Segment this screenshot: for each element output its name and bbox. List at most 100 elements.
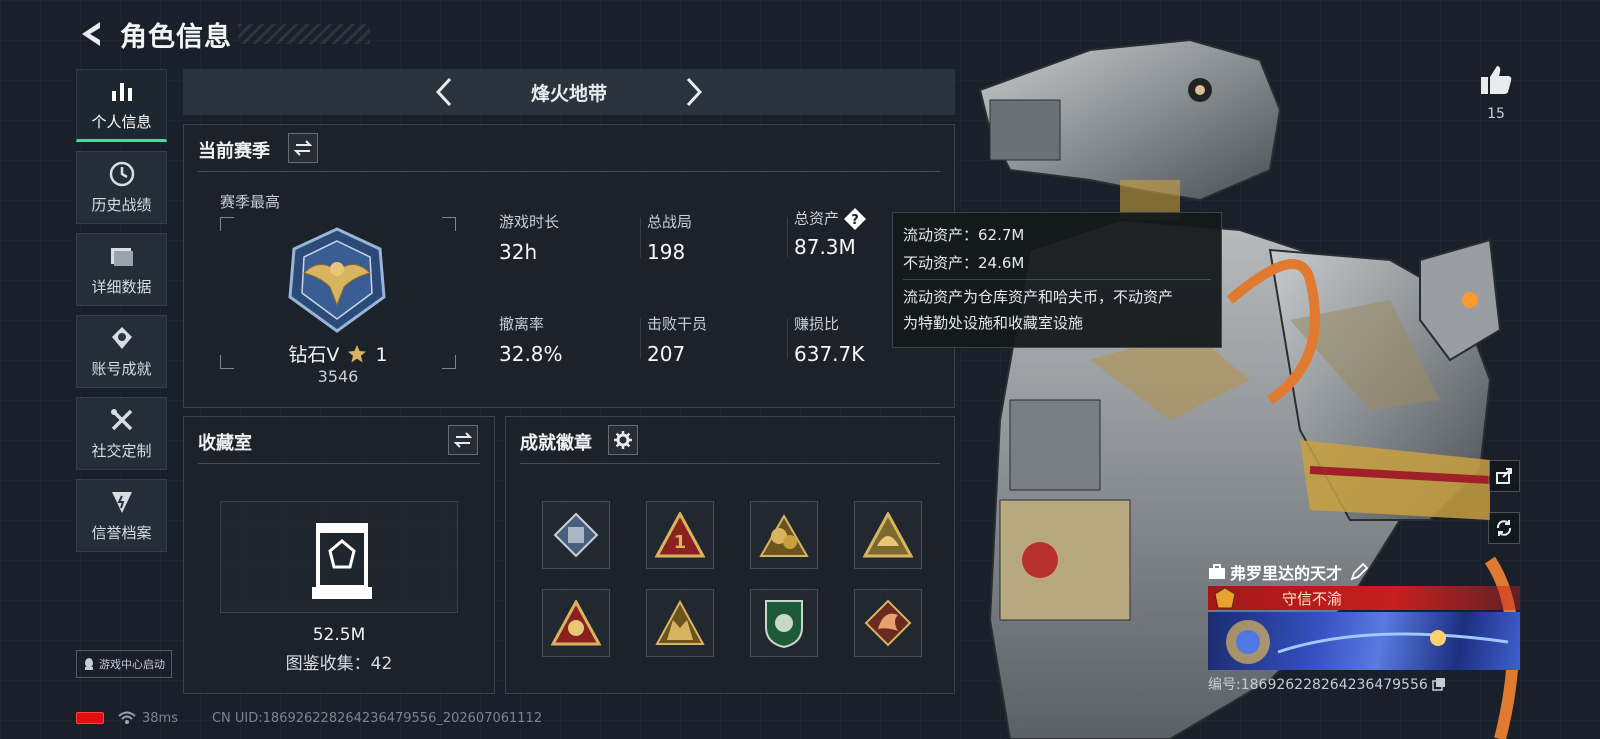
badge-slot[interactable]: 1 <box>646 501 714 569</box>
clock-icon <box>108 160 136 188</box>
wifi-icon <box>118 711 136 724</box>
stat-label: 游戏时长 <box>499 213 560 231</box>
display-case-icon <box>312 523 372 599</box>
collection-count: 图鉴收集：42 <box>285 654 393 674</box>
player-id: 编号:18692622826423647955​6 <box>1208 677 1428 693</box>
briefcase-icon <box>1209 564 1225 579</box>
uid-label: CN UID:18692622826423647955​6_2026070611… <box>211 710 543 726</box>
badge-slot[interactable] <box>854 501 922 569</box>
nav-label: 个人信息 <box>91 113 152 131</box>
badge-slot[interactable] <box>854 589 922 657</box>
folder-icon <box>108 242 136 270</box>
stat-total-matches: 总战局 198 <box>647 211 692 264</box>
badge-diamond-icon <box>553 512 599 558</box>
season-title: 当前赛季 <box>198 141 270 162</box>
player-name-row: 弗罗里达的天才 <box>1208 560 1520 584</box>
stat-label-row: 总资产? <box>794 207 867 231</box>
next-mode-button[interactable] <box>679 72 709 112</box>
player-id-row: 编号:18692622826423647955​6 <box>1208 674 1520 694</box>
player-title-bar: 守信不渝 <box>1208 586 1520 610</box>
battery-icon <box>76 712 104 724</box>
status-bar: 38ms CN UID:18692622826423647955​6_20260… <box>76 708 542 728</box>
nav-label: 信誉档案 <box>91 524 152 542</box>
launch-badge-label: 游戏中心启动 <box>99 658 165 671</box>
tooltip-description-line2: 为特勤处设施和收藏室设施 <box>903 314 1084 332</box>
nav-label: 历史战绩 <box>91 196 152 214</box>
stat-total-assets: 总资产? 87.3M <box>794 207 867 259</box>
stat-operators-defeated: 击败干员 207 <box>647 313 707 366</box>
stat-play-time: 游戏时长 32h <box>499 211 559 264</box>
edit-icon[interactable] <box>1350 563 1369 581</box>
badge-skull-icon <box>551 600 601 646</box>
player-name: 弗罗里达的天才 <box>1230 564 1343 583</box>
stat-label: 撤离率 <box>499 315 545 333</box>
svg-text:?: ? <box>851 213 859 228</box>
badge-slot[interactable] <box>542 501 610 569</box>
share-button[interactable] <box>1488 460 1520 492</box>
nav-item-personal-info[interactable]: 个人信息 <box>76 69 167 142</box>
chevron-right-icon <box>686 77 702 107</box>
like-block: 15 <box>1478 64 1514 122</box>
swap-icon <box>454 432 472 448</box>
assets-tooltip: 流动资产：62.7M 不动资产：24.6M 流动资产为仓库资产和哈夫币，不动资产… <box>892 212 1222 348</box>
diamond-rank-emblem <box>288 227 386 333</box>
stat-label: 总战局 <box>647 213 693 231</box>
season-best-label: 赛季最高 <box>220 193 281 211</box>
stat-label: 赚损比 <box>794 315 840 333</box>
stat-value: 32.8% <box>499 342 563 366</box>
nav-item-social[interactable]: 社交定制 <box>76 397 167 470</box>
player-banner <box>1208 612 1520 670</box>
swap-icon <box>294 140 312 156</box>
switch-collection-button[interactable] <box>448 425 478 455</box>
gear-icon <box>614 431 632 449</box>
stat-profit-loss-ratio: 赚损比 637.7K <box>794 313 864 366</box>
rotate-button[interactable] <box>1488 512 1520 544</box>
divider <box>198 171 940 172</box>
medal-icon <box>108 324 136 352</box>
title-decoration <box>238 24 370 44</box>
switch-season-button[interactable] <box>288 133 318 163</box>
divider <box>903 279 1211 280</box>
side-nav: 个人信息 历史战绩 详细数据 账号成就 社交定制 信誉档案 <box>76 69 167 561</box>
collection-panel: 收藏室 52.5M 图鉴收集：42 <box>183 416 495 694</box>
nav-label: 账号成就 <box>91 360 152 378</box>
rank-name: 钻石V <box>288 344 340 366</box>
stat-value: 87.3M <box>794 235 856 259</box>
divider <box>640 217 641 257</box>
help-icon[interactable]: ? <box>843 207 867 231</box>
badge-dragon-icon <box>864 599 912 647</box>
stat-value: 637.7K <box>794 342 865 366</box>
badge-helmet-icon <box>863 512 913 558</box>
badge-slot[interactable] <box>750 589 818 657</box>
copy-icon[interactable] <box>1432 677 1446 691</box>
ping-label: 38ms <box>142 710 178 726</box>
nav-item-details[interactable]: 详细数据 <box>76 233 167 306</box>
tooltip-description-line1: 流动资产为仓库资产和哈夫币，不动资产 <box>903 288 1174 306</box>
shield-icon <box>108 488 136 516</box>
divider <box>198 463 480 464</box>
badge-first-place-icon: 1 <box>655 512 705 558</box>
badge-settings-button[interactable] <box>608 425 638 455</box>
svg-text:1: 1 <box>674 532 687 553</box>
nav-item-credit[interactable]: 信誉档案 <box>76 479 167 552</box>
mode-title: 烽火地带 <box>530 82 607 105</box>
divider <box>640 319 641 359</box>
badge-green-shield-icon <box>765 600 803 649</box>
prev-mode-button[interactable] <box>429 72 459 112</box>
tooltip-liquid-assets: 流动资产：62.7M <box>903 226 1025 244</box>
mode-switcher: 烽火地带 <box>183 69 955 115</box>
game-center-launch-badge: 游戏中心启动 <box>76 650 172 678</box>
nav-item-achievements[interactable]: 账号成就 <box>76 315 167 388</box>
star-icon <box>348 345 367 363</box>
collection-title: 收藏室 <box>198 433 252 454</box>
thumbs-up-icon[interactable] <box>1479 64 1513 96</box>
back-icon[interactable] <box>76 19 106 49</box>
tooltip-fixed-assets: 不动资产：24.6M <box>903 254 1025 272</box>
badge-slot[interactable] <box>542 589 610 657</box>
badge-slot[interactable] <box>646 589 714 657</box>
badge-gears-icon <box>759 513 809 557</box>
badge-slot[interactable] <box>750 501 818 569</box>
achievement-badges-panel: 成就徽章 1 <box>505 416 955 694</box>
nav-item-history[interactable]: 历史战绩 <box>76 151 167 224</box>
season-panel: 当前赛季 赛季最高 钻石V 1 3546 游戏时长 32h 总战局 198 总资… <box>183 124 955 408</box>
